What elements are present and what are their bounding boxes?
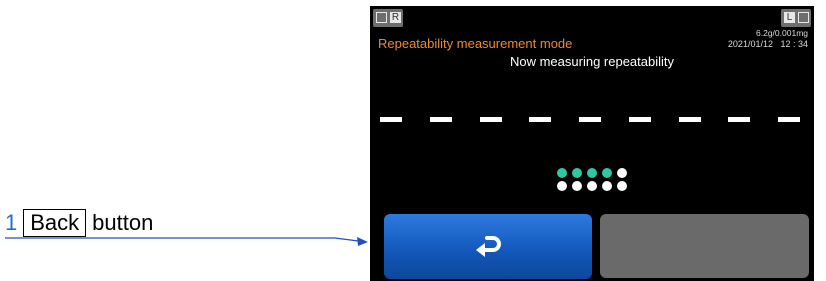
callout-label: 1 Back button	[5, 208, 153, 238]
square-icon	[798, 12, 809, 23]
progress-indicator	[557, 168, 641, 194]
progress-row-top	[557, 168, 641, 178]
mode-title: Repeatability measurement mode	[378, 36, 573, 51]
dash-segment	[479, 117, 502, 122]
disabled-button[interactable]	[600, 214, 809, 278]
return-arrow-icon	[476, 235, 501, 257]
dash-segment	[529, 117, 552, 122]
progress-dot-active	[557, 168, 567, 178]
progress-dot-inactive	[617, 181, 627, 191]
dash-segment	[380, 117, 402, 122]
progress-row-bottom	[557, 181, 641, 191]
dash-segment	[728, 117, 751, 122]
right-chip: L	[781, 9, 811, 27]
callout-suffix: button	[92, 210, 154, 235]
left-chip-label: R	[390, 12, 401, 23]
progress-dot-active	[572, 168, 582, 178]
progress-dot-inactive	[617, 168, 627, 178]
progress-dot-active	[602, 168, 612, 178]
progress-dot-active	[587, 168, 597, 178]
capacity-readout: 6.2g/0.001mg	[756, 28, 808, 38]
balance-screen: R L Repeatability measurement mode 6.2g/…	[370, 6, 814, 281]
callout-name: Back	[23, 209, 87, 237]
dash-segment	[678, 117, 701, 122]
dash-segment	[429, 117, 452, 122]
dash-segment	[778, 117, 800, 122]
right-chip-label: L	[784, 12, 795, 23]
progress-dot-inactive	[572, 181, 582, 191]
dash-segment	[579, 117, 601, 122]
progress-dot-inactive	[587, 181, 597, 191]
back-button[interactable]	[384, 214, 592, 279]
status-message: Now measuring repeatability	[509, 54, 675, 69]
square-icon	[376, 12, 387, 23]
weight-display-placeholder	[380, 117, 800, 123]
progress-dot-inactive	[557, 181, 567, 191]
left-chip: R	[373, 9, 403, 27]
dash-segment	[628, 117, 651, 122]
progress-dot-inactive	[602, 181, 612, 191]
datetime-readout: 2021/01/12 12 : 34	[727, 39, 808, 49]
callout-number: 1	[5, 210, 18, 235]
